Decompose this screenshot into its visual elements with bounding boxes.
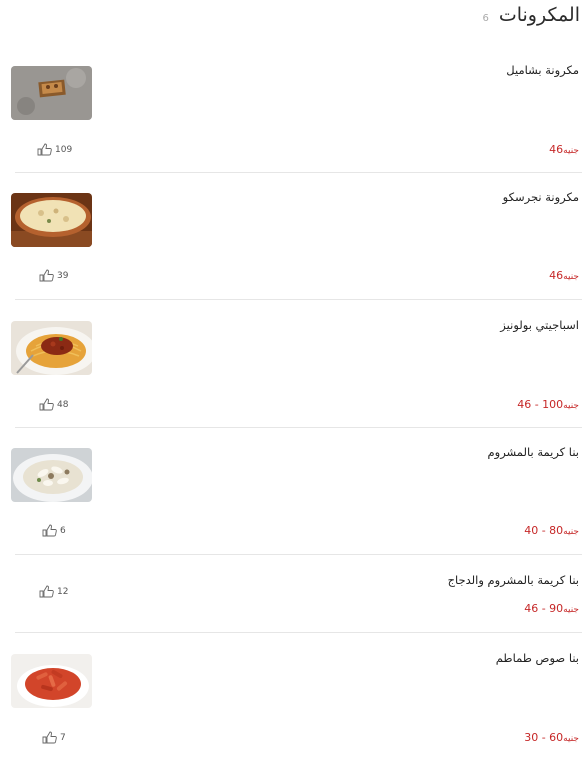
likes-counter[interactable]: 12 (39, 585, 68, 598)
likes-counter[interactable]: 6 (42, 524, 66, 537)
price-currency: جنيه (563, 734, 579, 744)
likes-counter[interactable]: 7 (42, 731, 66, 744)
item-price: 46 - 100جنيه (517, 398, 579, 411)
price-value: 46 (549, 269, 564, 282)
item-image[interactable] (11, 321, 92, 375)
item-price: 46جنيه (549, 143, 579, 156)
price-value: 40 - 80 (524, 524, 564, 537)
thumbs-up-icon (39, 269, 54, 282)
menu-item[interactable]: مكرونة نجرسكو 39 46جنيه (0, 190, 588, 290)
menu-item[interactable]: مكرونة بشاميل 109 46جنيه (0, 63, 588, 163)
item-name: بنا كريمة بالمشروم (487, 445, 579, 459)
divider (15, 172, 582, 173)
price-currency: جنيه (563, 605, 579, 615)
item-name: مكرونة بشاميل (506, 63, 579, 77)
item-image[interactable] (11, 66, 92, 120)
item-price: 40 - 80جنيه (524, 524, 579, 537)
likes-counter[interactable]: 48 (39, 398, 68, 411)
divider (15, 299, 582, 300)
thumbs-up-icon (42, 731, 57, 744)
price-value: 46 (549, 143, 564, 156)
menu-item[interactable]: بنا كريمة بالمشروم 6 40 - 80جنيه (0, 445, 588, 545)
price-value: 30 - 60 (524, 731, 564, 744)
item-image[interactable] (11, 448, 92, 502)
category-header: المكرونات 6 (482, 4, 580, 34)
thumbs-up-icon (37, 143, 52, 156)
price-currency: جنيه (563, 527, 579, 537)
price-currency: جنيه (563, 146, 579, 156)
divider (15, 427, 582, 428)
likes-count: 6 (60, 525, 66, 536)
item-price: 46جنيه (549, 269, 579, 282)
likes-count: 39 (57, 270, 69, 281)
item-image[interactable] (11, 193, 92, 247)
price-currency: جنيه (563, 272, 579, 282)
menu-item[interactable]: اسباجيتي بولونيز 48 46 - 100جنيه (0, 318, 588, 418)
price-value: 46 - 90 (524, 602, 564, 615)
divider (15, 554, 582, 555)
thumbs-up-icon (39, 585, 54, 598)
likes-count: 109 (55, 144, 73, 155)
likes-count: 12 (57, 586, 69, 597)
item-name: مكرونة نجرسكو (502, 190, 579, 204)
item-price: 46 - 90جنيه (524, 602, 579, 615)
item-name: بنا صوص طماطم (495, 651, 579, 665)
item-image[interactable] (11, 654, 92, 708)
divider (15, 632, 582, 633)
item-price: 30 - 60جنيه (524, 731, 579, 744)
price-currency: جنيه (563, 401, 579, 411)
category-title: المكرونات (498, 4, 580, 26)
menu-item[interactable]: بنا صوص طماطم 7 30 - 60جنيه (0, 651, 588, 751)
item-name: اسباجيتي بولونيز (500, 318, 579, 332)
menu-item[interactable]: بنا كريمة بالمشروم والدجاج 12 46 - 90جني… (0, 573, 588, 623)
price-value: 46 - 100 (517, 398, 564, 411)
likes-count: 48 (57, 399, 69, 410)
thumbs-up-icon (39, 398, 54, 411)
likes-count: 7 (60, 732, 66, 743)
likes-counter[interactable]: 109 (37, 143, 72, 156)
item-count: 6 (482, 13, 489, 24)
likes-counter[interactable]: 39 (39, 269, 68, 282)
thumbs-up-icon (42, 524, 57, 537)
item-name: بنا كريمة بالمشروم والدجاج (447, 573, 579, 587)
